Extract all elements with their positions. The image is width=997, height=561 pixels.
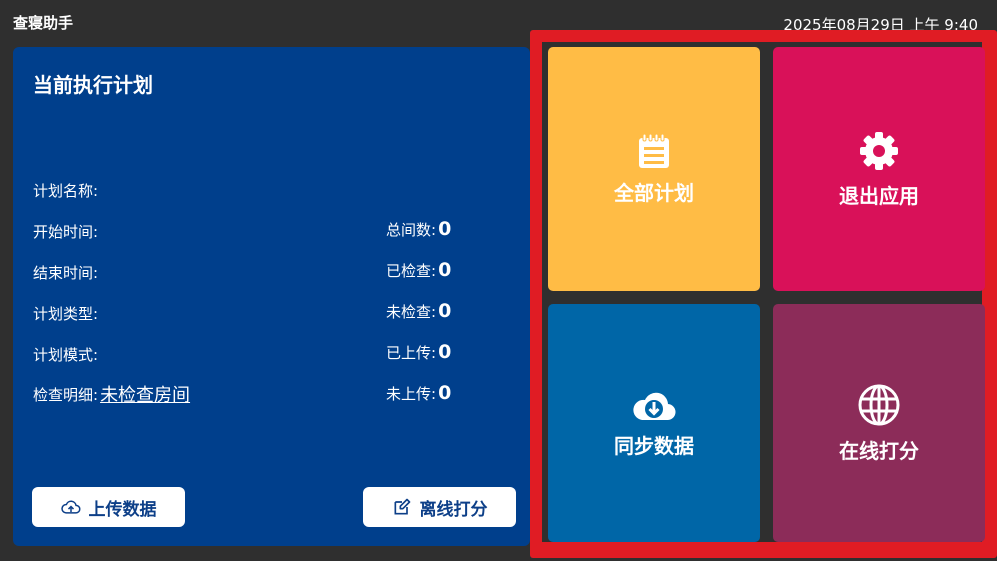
online-score-tile[interactable]: 在线打分 xyxy=(773,304,985,542)
stat-label: 总间数: xyxy=(386,220,437,239)
exit-app-tile[interactable]: 退出应用 xyxy=(773,47,985,291)
cloud-upload-icon xyxy=(60,500,80,514)
quick-actions-grid: 全部计划 退出应用 同步数据 在线打分 xyxy=(542,42,985,542)
stat-value: 0 xyxy=(438,218,452,240)
stat-value: 0 xyxy=(438,300,452,322)
plan-type-label: 计划类型: xyxy=(33,305,99,323)
globe-icon xyxy=(858,384,900,425)
upload-data-label: 上传数据 xyxy=(88,499,157,520)
offline-score-button[interactable]: 离线打分 xyxy=(363,487,516,527)
stat-uploaded: 已上传: 0 xyxy=(386,341,451,363)
gear-icon xyxy=(860,131,898,170)
quick-actions-highlight: 全部计划 退出应用 同步数据 在线打分 xyxy=(530,30,997,558)
stat-not-uploaded: 未上传: 0 xyxy=(386,382,451,404)
stat-value: 0 xyxy=(438,382,452,404)
edit-icon xyxy=(394,498,410,515)
unchecked-rooms-link[interactable]: 未检查房间 xyxy=(100,381,190,407)
cloud-download-icon xyxy=(633,392,676,420)
plan-mode-label: 计划模式: xyxy=(33,346,99,364)
plan-title: 当前执行计划 xyxy=(33,73,153,97)
offline-score-label: 离线打分 xyxy=(419,499,488,520)
stat-value: 0 xyxy=(438,259,452,281)
sync-data-label: 同步数据 xyxy=(614,433,694,458)
all-plans-tile[interactable]: 全部计划 xyxy=(548,47,760,291)
stat-label: 未检查: xyxy=(386,302,437,321)
notepad-icon xyxy=(639,133,669,168)
stat-label: 已检查: xyxy=(386,261,437,280)
detail-row: 检查明细: 未检查房间 xyxy=(33,381,190,407)
stat-total-rooms: 总间数: 0 xyxy=(386,218,451,240)
end-time-label: 结束时间: xyxy=(33,264,99,282)
app-title: 查寝助手 xyxy=(13,14,74,32)
stat-checked: 已检查: 0 xyxy=(386,259,451,281)
stat-label: 已上传: xyxy=(386,343,437,362)
stat-unchecked: 未检查: 0 xyxy=(386,300,451,322)
stat-value: 0 xyxy=(438,341,452,363)
exit-app-label: 退出应用 xyxy=(839,183,919,208)
start-time-label: 开始时间: xyxy=(33,223,99,241)
plan-name-label: 计划名称: xyxy=(33,182,99,200)
stat-label: 未上传: xyxy=(386,384,437,403)
detail-label: 检查明细: xyxy=(33,385,99,404)
upload-data-button[interactable]: 上传数据 xyxy=(32,487,185,527)
online-score-label: 在线打分 xyxy=(839,438,919,463)
sync-data-tile[interactable]: 同步数据 xyxy=(548,304,760,542)
all-plans-label: 全部计划 xyxy=(614,180,694,205)
current-plan-panel: 当前执行计划 计划名称: 开始时间: 结束时间: 计划类型: 计划模式: 检查明… xyxy=(13,47,530,546)
